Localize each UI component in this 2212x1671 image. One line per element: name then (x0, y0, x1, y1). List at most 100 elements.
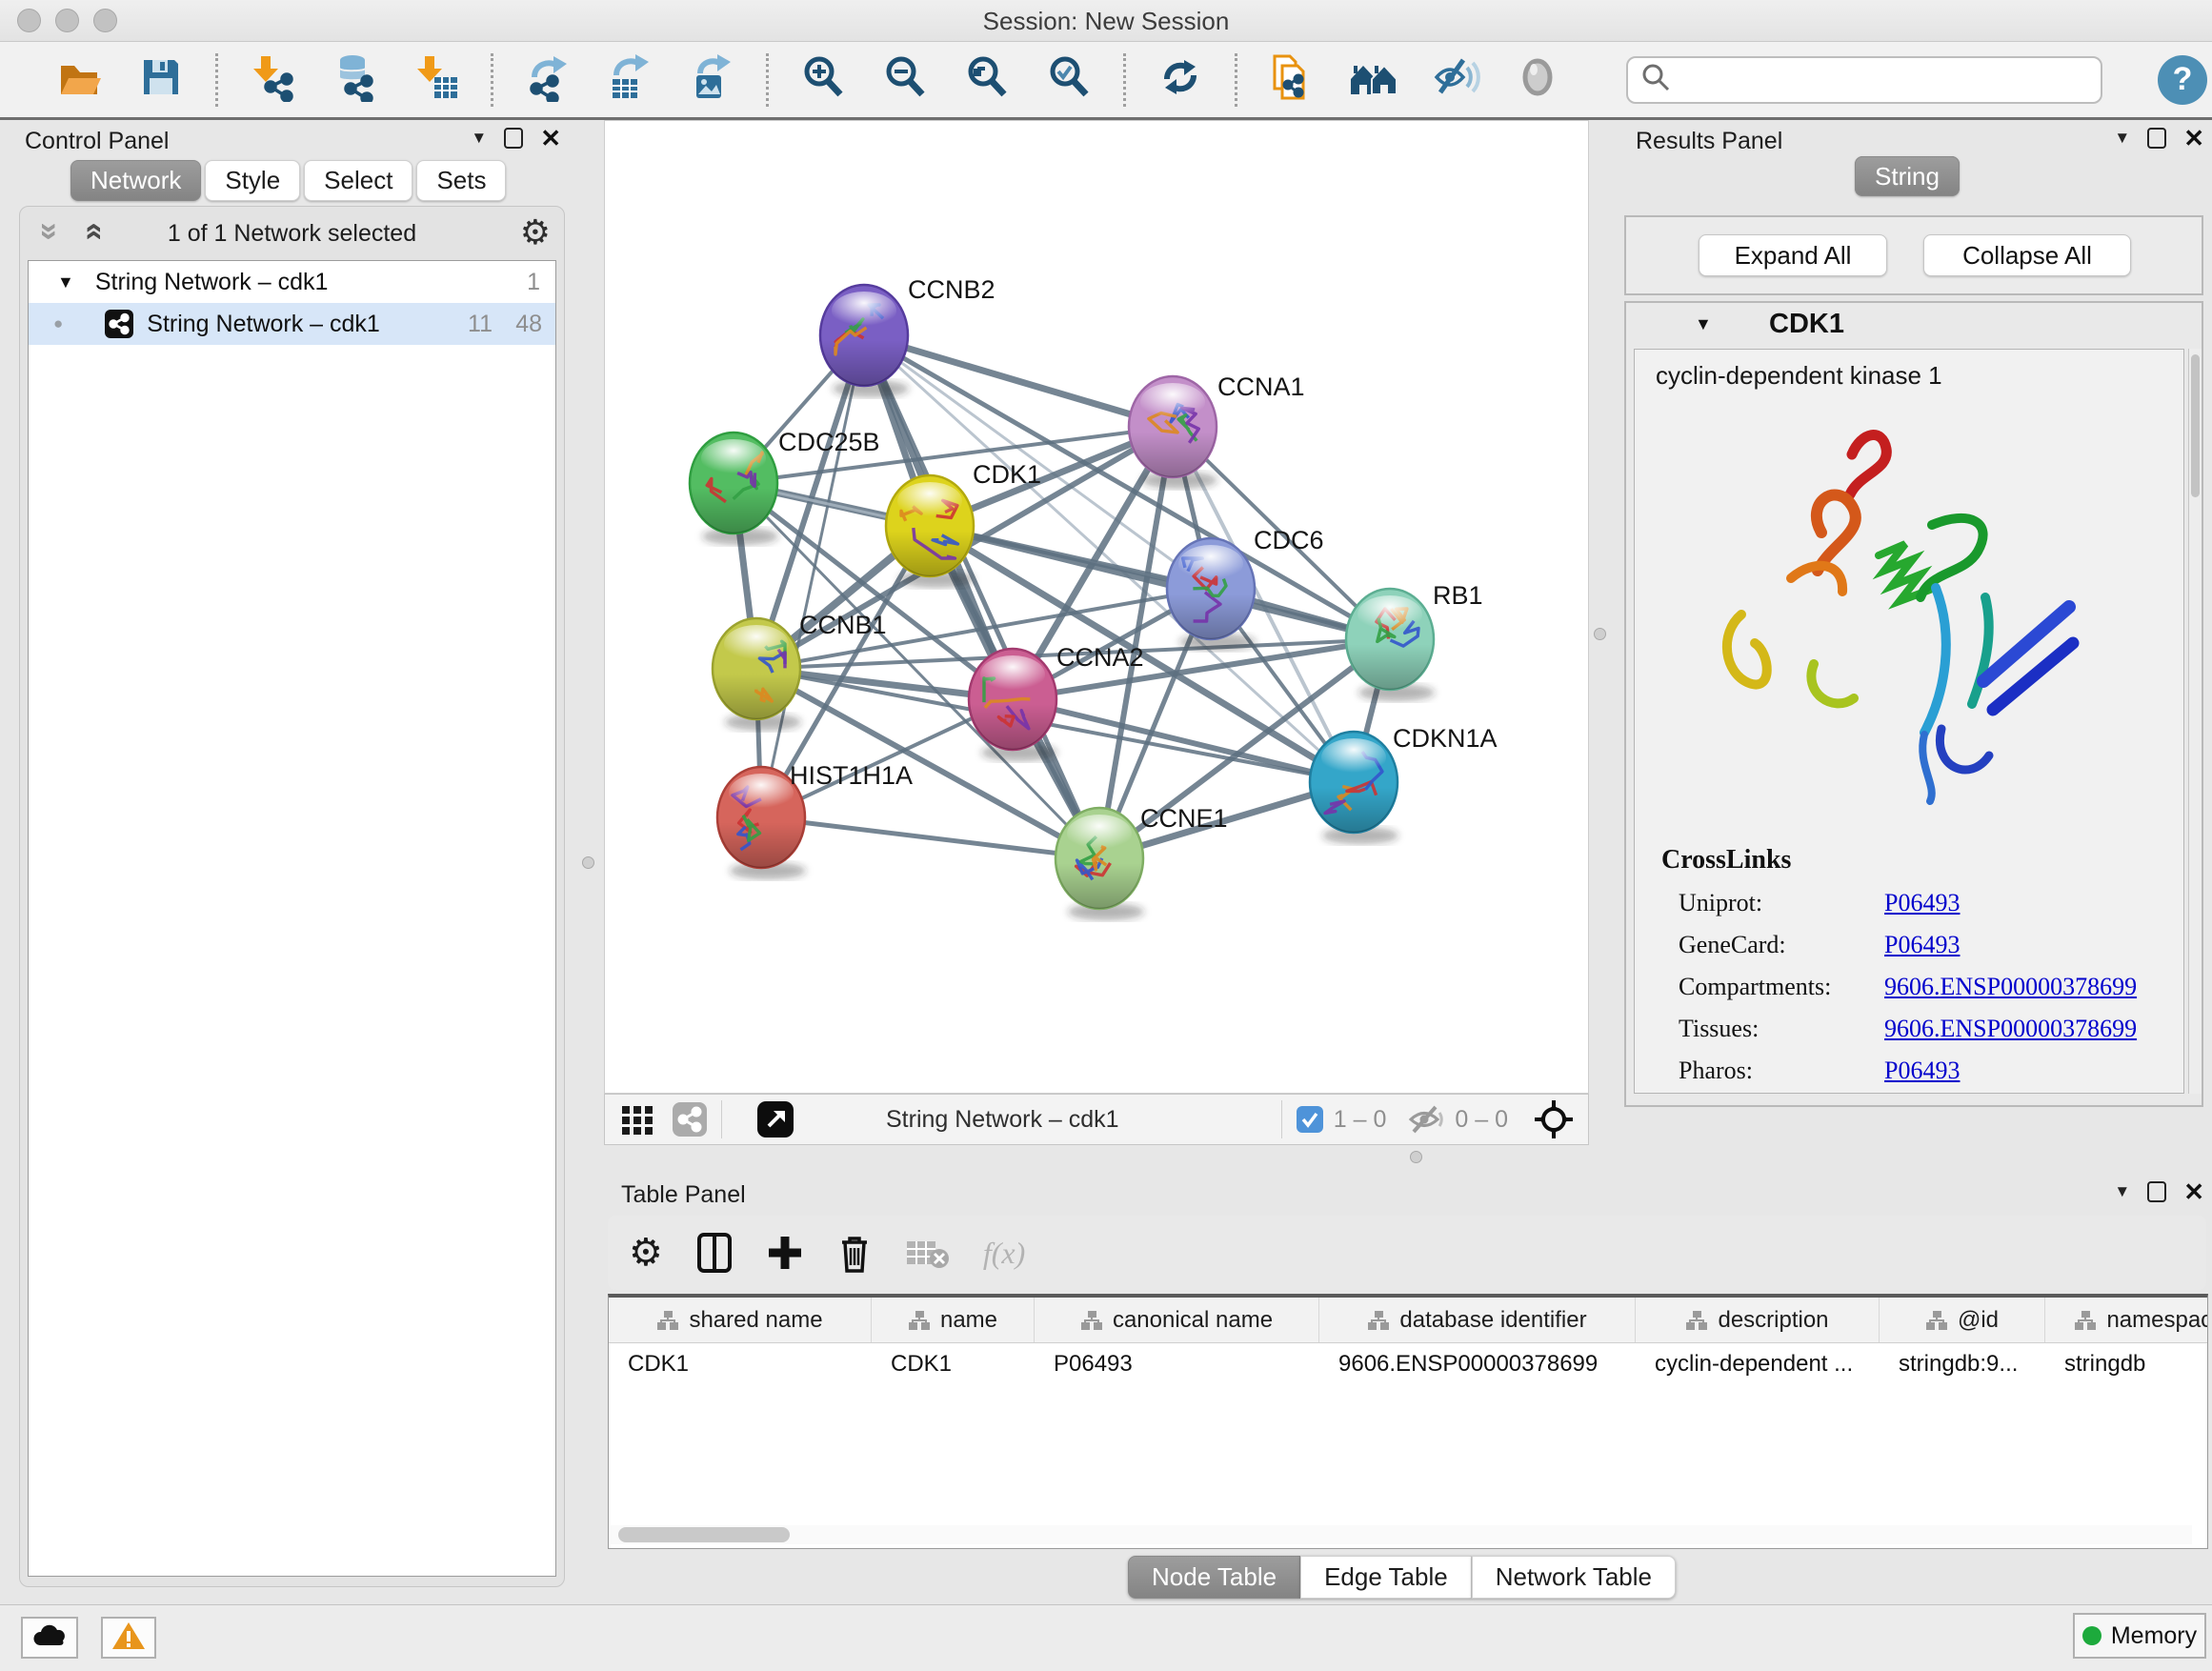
column-header--id[interactable]: @id (1880, 1298, 2045, 1342)
crosslink-link[interactable]: 9606.ENSP00000378699 (1884, 1015, 2137, 1043)
table-row[interactable]: CDK1CDK1P064939606.ENSP00000378699cyclin… (609, 1343, 2207, 1385)
network-node-RB1[interactable] (1346, 589, 1435, 701)
panel-collapse-icon[interactable]: ▼ (2114, 129, 2130, 148)
column-header-namespace[interactable]: namespace (2045, 1298, 2208, 1342)
expand-all-button[interactable]: Expand All (1699, 234, 1887, 276)
zoom-in-button[interactable] (798, 55, 848, 105)
help-button[interactable]: ? (2158, 55, 2207, 105)
search-input[interactable] (1672, 61, 2101, 99)
export-image-button[interactable] (687, 55, 736, 105)
table-hscrollbar-thumb[interactable] (618, 1527, 790, 1542)
network-node-CCNB1[interactable] (713, 618, 801, 731)
table-cell[interactable]: 9606.ENSP00000378699 (1319, 1343, 1636, 1385)
network-row[interactable]: ● String Network – cdk1 11 48 (29, 303, 555, 345)
fit-crosshair-icon[interactable] (1533, 1098, 1575, 1140)
left-splitter-handle[interactable] (582, 856, 594, 869)
crosslink-link[interactable]: P06493 (1884, 889, 1960, 917)
crosslink-link[interactable]: P06493 (1884, 931, 1960, 959)
tab-sets[interactable]: Sets (416, 160, 506, 201)
panel-close-icon[interactable]: ✕ (2183, 128, 2204, 149)
column-header-name[interactable]: name (872, 1298, 1035, 1342)
table-tab-edge-table[interactable]: Edge Table (1300, 1556, 1472, 1599)
panel-close-icon[interactable]: ✕ (2183, 1181, 2204, 1202)
column-header-description[interactable]: description (1636, 1298, 1880, 1342)
column-header-database-identifier[interactable]: database identifier (1319, 1298, 1636, 1342)
function-builder-icon[interactable]: f(x) (983, 1229, 1025, 1277)
string-home-button[interactable] (1349, 55, 1398, 105)
panel-float-icon[interactable] (2147, 1181, 2166, 1202)
save-session-button[interactable] (136, 55, 186, 105)
panel-close-icon[interactable]: ✕ (540, 128, 561, 149)
string-glasses-button[interactable] (1431, 55, 1480, 105)
network-options-gear-icon[interactable]: ⚙ (520, 212, 551, 252)
table-export-icon (605, 52, 654, 107)
import-table-button[interactable] (412, 55, 461, 105)
crosslink-link[interactable]: 9606.ENSP00000378699 (1884, 973, 2137, 1001)
table-cell[interactable]: stringdb (2045, 1343, 2208, 1385)
string-lens-button[interactable] (1513, 55, 1562, 105)
share-network-icon[interactable] (672, 1101, 708, 1137)
table-type-tabs: Node TableEdge TableNetwork Table (1128, 1556, 1676, 1599)
create-column-icon[interactable] (766, 1229, 804, 1277)
show-columns-icon[interactable] (695, 1229, 734, 1277)
network-node-CDC25B[interactable] (690, 433, 778, 545)
warning-icon (111, 1621, 146, 1656)
zoom-out-button[interactable] (880, 55, 930, 105)
bottom-splitter-handle[interactable] (1410, 1151, 1422, 1163)
results-scrollbar[interactable] (2188, 349, 2202, 1094)
tab-style[interactable]: Style (205, 160, 300, 201)
network-collection-row[interactable]: ▼ String Network – cdk1 1 (29, 261, 555, 303)
open-session-button[interactable] (54, 55, 104, 105)
tab-string[interactable]: String (1855, 156, 1960, 196)
panel-collapse-icon[interactable]: ▼ (2114, 1182, 2130, 1201)
delete-column-icon[interactable] (836, 1229, 873, 1277)
table-tab-node-table[interactable]: Node Table (1128, 1556, 1300, 1599)
node-table: shared namenamecanonical namedatabase id… (608, 1294, 2208, 1549)
column-header-shared-name[interactable]: shared name (609, 1298, 872, 1342)
panel-collapse-icon[interactable]: ▼ (471, 129, 487, 148)
table-hscrollbar[interactable] (611, 1525, 2192, 1544)
results-scrollbar-thumb[interactable] (2191, 354, 2200, 497)
tab-select[interactable]: Select (304, 160, 412, 201)
warnings-button[interactable] (101, 1617, 156, 1659)
birdseye-grid-icon[interactable] (620, 1102, 658, 1137)
table-cell[interactable]: CDK1 (609, 1343, 872, 1385)
right-splitter-handle[interactable] (1594, 628, 1606, 640)
table-options-gear-icon[interactable]: ⚙ (629, 1229, 663, 1277)
tab-network[interactable]: Network (70, 160, 201, 201)
panel-float-icon[interactable] (2147, 128, 2166, 149)
table-cell[interactable]: stringdb:9... (1880, 1343, 2045, 1385)
network-node-CCNE1[interactable] (1056, 808, 1144, 920)
network-node-CDKN1A[interactable] (1310, 732, 1398, 844)
zoom-selected-button[interactable] (1044, 55, 1094, 105)
column-header-canonical-name[interactable]: canonical name (1035, 1298, 1319, 1342)
table-cell[interactable]: cyclin-dependent ... (1636, 1343, 1880, 1385)
memory-button[interactable]: Memory (2073, 1613, 2206, 1659)
network-edge-CCNB2-CCNA1 (864, 335, 1173, 427)
import-network-database-button[interactable] (330, 55, 379, 105)
table-tab-network-table[interactable]: Network Table (1472, 1556, 1676, 1599)
export-table-button[interactable] (605, 55, 654, 105)
network-canvas[interactable]: CCNB2CCNA1CDC25BCDK1CDC6RB1CCNB1CCNA2CDK… (604, 120, 1589, 1094)
tree-expander-icon[interactable]: ▼ (57, 272, 74, 292)
hidden-eye-icon[interactable] (1407, 1103, 1445, 1136)
panel-float-icon[interactable] (504, 128, 523, 149)
selected-nodes-checkbox-icon[interactable] (1296, 1105, 1324, 1134)
import-network-file-button[interactable] (248, 55, 297, 105)
gene-expander-icon[interactable]: ▼ (1695, 314, 1712, 334)
table-cell[interactable]: P06493 (1035, 1343, 1319, 1385)
network-node-CCNB2[interactable] (820, 285, 909, 397)
copy-network-button[interactable] (1267, 55, 1317, 105)
node-label-CCNB1: CCNB1 (799, 611, 887, 639)
gene-header-row[interactable]: ▼ CDK1 (1626, 303, 2202, 347)
table-cell[interactable]: CDK1 (872, 1343, 1035, 1385)
external-view-icon[interactable] (756, 1100, 794, 1138)
zoom-fit-button[interactable] (962, 55, 1012, 105)
refresh-layout-button[interactable] (1156, 55, 1205, 105)
network-node-CCNA1[interactable] (1129, 376, 1217, 489)
collapse-all-button[interactable]: Collapse All (1923, 234, 2131, 276)
crosslink-link[interactable]: P06493 (1884, 1057, 1960, 1085)
cloud-button[interactable] (21, 1617, 78, 1659)
delete-table-icon[interactable] (905, 1229, 951, 1277)
export-network-button[interactable] (523, 55, 573, 105)
